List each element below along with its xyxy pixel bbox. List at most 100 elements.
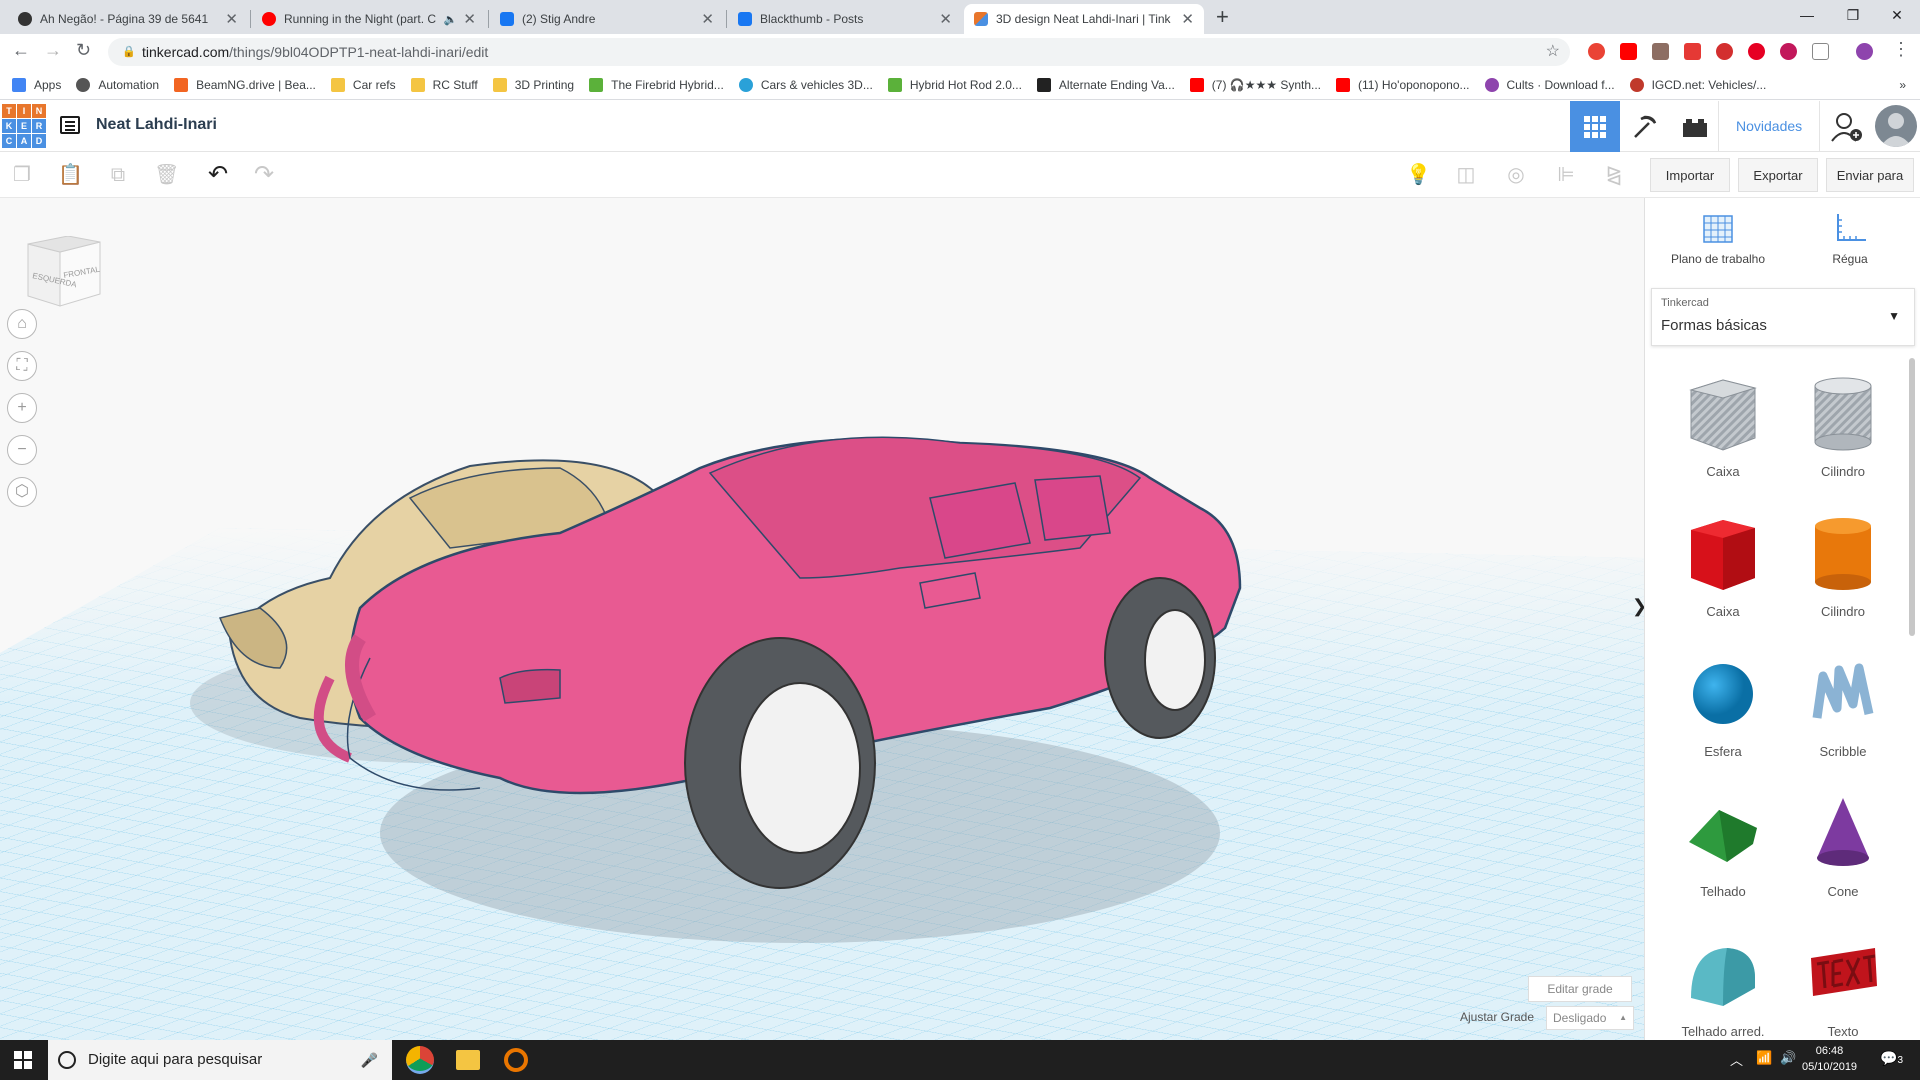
shape-red-box[interactable]: Caixa [1673,508,1773,638]
undo-icon[interactable]: ↶ [206,163,230,187]
note-icon[interactable]: ◫ [1454,163,1478,187]
extension-icon[interactable] [1652,43,1669,60]
menu-kebab-icon[interactable]: ⋮ [1892,39,1910,60]
notification-icon[interactable]: 💬3 [1880,1050,1903,1067]
3d-view-tab[interactable] [1570,101,1620,152]
extension-icon[interactable] [1780,43,1797,60]
design-list-icon[interactable] [60,116,80,134]
shape-orange-cylinder[interactable]: Cilindro [1793,508,1893,638]
add-user-icon[interactable] [1830,111,1864,148]
blocks-view-tab[interactable] [1620,101,1670,152]
bookmark-item[interactable]: Apps [12,77,61,92]
close-tab-icon[interactable]: ✕ [1181,10,1194,28]
3d-workplane-viewport[interactable]: ESQUERDA FRONTAL ⌂ ⛶ + − ⬡ Editar grade … [0,198,1644,1040]
close-tab-icon[interactable]: ✕ [463,10,476,28]
bookmark-item[interactable]: IGCD.net: Vehicles/... [1629,77,1766,92]
close-tab-icon[interactable]: ✕ [701,10,714,28]
bookmark-folder[interactable]: Car refs [330,77,396,92]
address-bar[interactable]: 🔒 tinkercad.com/things/9bl04ODPTP1-neat-… [108,38,1570,66]
browser-tab-2[interactable]: Running in the Night (part. C 🔈 ✕ [252,4,486,34]
workplane-tool[interactable]: Plano de trabalho [1663,212,1773,266]
duplicate-icon[interactable]: ⧉ [106,163,130,187]
reload-icon[interactable]: ↻ [76,40,91,61]
shape-scribble[interactable]: Scribble [1793,648,1893,778]
mirror-icon[interactable]: ⧎ [1602,163,1626,187]
paste-icon[interactable]: 📋 [58,163,83,187]
shape-striped-cylinder[interactable]: Cilindro [1793,368,1893,498]
restore-icon[interactable]: ❐ [1830,2,1876,28]
extension-icon[interactable] [1716,43,1733,60]
extension-icon[interactable] [1812,43,1829,60]
browser-tab-4[interactable]: Blackthumb - Posts ✕ [728,4,962,34]
tinkercad-logo[interactable]: T I N K E R C A D [2,104,46,148]
avatar[interactable] [1875,105,1917,147]
browser-tab-5-active[interactable]: 3D design Neat Lahdi-Inari | Tink ✕ [964,4,1204,34]
bookmark-item[interactable]: BeamNG.drive | Bea... [174,77,316,92]
copy-icon[interactable]: ❐ [10,163,34,187]
design-name[interactable]: Neat Lahdi-Inari [96,116,217,134]
redo-icon[interactable]: ↷ [252,163,276,187]
import-button[interactable]: Importar [1650,158,1730,192]
close-window-icon[interactable]: ✕ [1874,2,1920,28]
home-view-icon[interactable]: ⌂ [7,309,37,339]
extension-icon[interactable] [1620,43,1637,60]
extension-icon[interactable] [1684,43,1701,60]
bookmark-folder[interactable]: 3D Printing [492,77,574,92]
edit-grid-button[interactable]: Editar grade [1528,976,1632,1002]
perspective-icon[interactable]: ⬡ [7,477,37,507]
browser-tab-1[interactable]: Ah Negão! - Página 39 de 5641 ✕ [8,4,248,34]
lightbulb-icon[interactable]: 💡 [1406,163,1431,187]
bookmark-star-icon[interactable]: ☆ [1546,38,1560,66]
bookmark-item[interactable]: Hybrid Hot Rod 2.0... [887,77,1022,92]
taskbar-search-input[interactable]: Digite aqui para pesquisar 🎤 [48,1040,392,1080]
bookmark-item[interactable]: (7) 🎧★★★ Synth... [1189,77,1321,92]
bricks-view-tab[interactable] [1670,101,1720,152]
zoom-in-icon[interactable]: + [7,393,37,423]
shape-purple-cone[interactable]: Cone [1793,788,1893,918]
shape-category-select[interactable]: Tinkercad Formas básicas ▼ [1651,288,1915,346]
panel-scrollbar[interactable] [1909,358,1915,636]
zoom-out-icon[interactable]: − [7,435,37,465]
minimize-icon[interactable]: — [1784,2,1830,28]
fit-view-icon[interactable]: ⛶ [7,351,37,381]
speaker-icon[interactable]: 🔈 [444,13,458,26]
trash-icon[interactable]: 🗑 [154,163,179,187]
bookmark-item[interactable]: The Firebrid Hybrid... [589,77,724,92]
close-tab-icon[interactable]: ✕ [939,10,952,28]
microphone-icon[interactable]: 🎤 [361,1040,378,1080]
system-clock[interactable]: 06:48 05/10/2019 [1802,1043,1857,1075]
align-icon[interactable]: ⊫ [1554,163,1578,187]
forward-icon[interactable]: → [44,40,62,61]
wifi-icon[interactable]: 📶 [1756,1050,1772,1066]
volume-icon[interactable]: 🔊 [1780,1050,1796,1066]
bookmark-item[interactable]: Cars & vehicles 3D... [738,77,873,92]
pinterest-icon[interactable] [1748,43,1765,60]
extension-icon[interactable] [1588,43,1605,60]
shape-teal-round-roof[interactable]: Telhado arred. [1673,928,1773,1040]
shape-striped-box[interactable]: Caixa [1673,368,1773,498]
shape-green-roof[interactable]: Telhado [1673,788,1773,918]
view-cube[interactable]: ESQUERDA FRONTAL [24,235,102,310]
close-tab-icon[interactable]: ✕ [225,10,238,28]
whats-new-link[interactable]: Novidades [1718,101,1821,152]
browser-tab-3[interactable]: (2) Stig Andre ✕ [490,4,724,34]
export-button[interactable]: Exportar [1738,158,1818,192]
new-tab-icon[interactable]: + [1216,4,1229,30]
group-icon[interactable]: ◎ [1504,163,1528,187]
blender-icon[interactable] [504,1048,528,1072]
tray-chevron-up-icon[interactable]: ︿ [1730,1050,1743,1069]
send-to-button[interactable]: Enviar para [1826,158,1914,192]
windows-start-icon[interactable] [14,1051,32,1074]
chrome-taskbar-icon[interactable] [406,1046,434,1074]
shape-red-text[interactable]: Texto [1793,928,1893,1040]
bookmark-item[interactable]: (11) Ho'oponopono... [1336,77,1470,92]
profile-icon[interactable] [1856,43,1873,60]
back-icon[interactable]: ← [12,40,30,61]
more-bookmarks-icon[interactable]: » [1899,78,1906,92]
file-explorer-icon[interactable] [456,1050,480,1070]
bookmark-item[interactable]: Automation [76,77,159,92]
ruler-tool[interactable]: Régua [1795,212,1905,266]
bookmark-item[interactable]: Alternate Ending Va... [1036,77,1175,92]
bookmark-folder[interactable]: RC Stuff [410,77,478,92]
collapse-panel-icon[interactable]: ❯ [1632,596,1644,620]
